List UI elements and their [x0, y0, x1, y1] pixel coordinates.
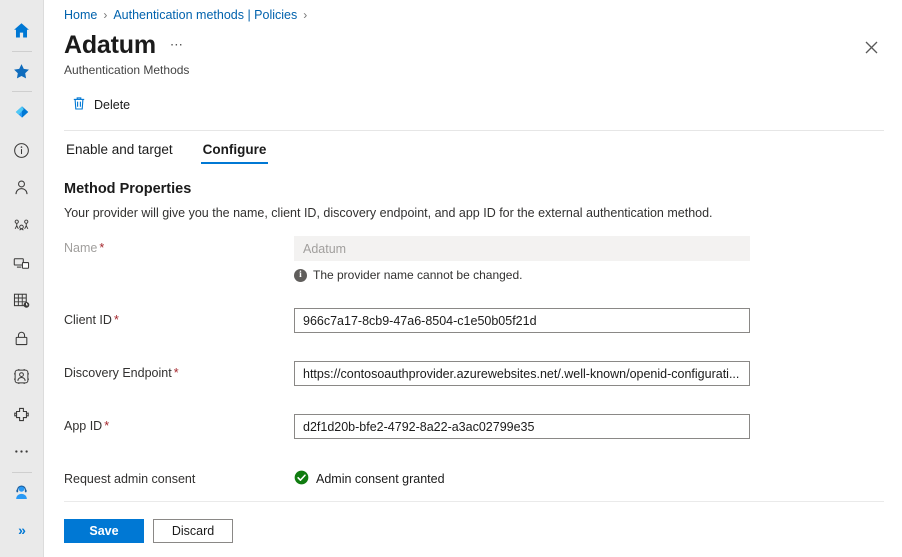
rail-divider — [11, 91, 32, 93]
user-icon[interactable] — [0, 169, 44, 207]
client-id-field-wrap — [294, 308, 902, 333]
app-id-label-text: App ID — [64, 419, 103, 433]
tab-enable-and-target[interactable]: Enable and target — [64, 139, 175, 164]
required-asterisk: * — [113, 313, 119, 327]
delete-button[interactable]: Delete — [64, 92, 140, 118]
client-id-label-text: Client ID — [64, 313, 112, 327]
rail-expand-button[interactable]: » — [0, 511, 44, 549]
breadcrumb-item-home[interactable]: Home — [64, 8, 97, 22]
close-icon[interactable] — [857, 33, 885, 61]
azure-diamond-icon[interactable] — [0, 93, 44, 131]
section-description: Your provider will give you the name, cl… — [64, 206, 713, 220]
rail-expand-label: » — [18, 522, 26, 539]
client-id-input[interactable] — [294, 308, 750, 333]
left-navigation-rail: » — [0, 0, 44, 557]
breadcrumb: Home › Authentication methods | Policies… — [64, 0, 902, 24]
save-button[interactable]: Save — [64, 519, 144, 543]
name-label-text: Name — [64, 241, 98, 255]
rail-divider — [11, 471, 32, 473]
title-more-menu-icon[interactable]: ⋯ — [170, 37, 185, 53]
green-check-circle-icon — [294, 470, 309, 488]
discovery-endpoint-field-wrap — [294, 361, 902, 386]
tab-configure[interactable]: Configure — [200, 139, 269, 164]
discard-button[interactable]: Discard — [153, 519, 233, 543]
form-row-app-id: App ID * — [64, 414, 902, 440]
name-field-wrap: i The provider name cannot be changed. — [294, 236, 902, 282]
method-properties-section: Method Properties Your provider will giv… — [64, 181, 902, 493]
client-id-label: Client ID * — [64, 308, 294, 327]
title-row: Adatum ⋯ — [64, 30, 902, 60]
delete-button-label: Delete — [94, 98, 131, 112]
name-input — [294, 236, 750, 261]
form-row-discovery-endpoint: Discovery Endpoint * — [64, 361, 902, 387]
name-label: Name * — [64, 236, 294, 255]
admin-consent-status: Admin consent granted — [294, 467, 902, 488]
admin-consent-label: Request admin consent — [64, 472, 196, 486]
favorites-icon[interactable] — [0, 53, 44, 91]
discovery-endpoint-input[interactable] — [294, 361, 750, 386]
blade-content: Home › Authentication methods | Policies… — [44, 0, 902, 557]
footer-actions: Save Discard — [64, 519, 233, 543]
admin-consent-field-wrap: Admin consent granted — [294, 467, 902, 488]
identity-governance-icon[interactable] — [0, 357, 44, 395]
admin-consent-status-text: Admin consent granted — [316, 472, 445, 486]
breadcrumb-item-authentication-methods[interactable]: Authentication methods | Policies — [113, 8, 297, 22]
name-hint-text: The provider name cannot be changed. — [313, 268, 523, 282]
app-id-input[interactable] — [294, 414, 750, 439]
required-asterisk: * — [99, 241, 105, 255]
applications-grid-icon[interactable] — [0, 282, 44, 320]
app-id-label: App ID * — [64, 414, 294, 433]
page-title: Adatum — [64, 31, 156, 59]
form-row-admin-consent: Request admin consent Admin consent gran… — [64, 467, 902, 493]
name-hint: i The provider name cannot be changed. — [294, 268, 902, 282]
home-icon[interactable] — [0, 12, 44, 50]
info-circle-icon[interactable] — [0, 131, 44, 169]
breadcrumb-separator-icon: › — [303, 8, 308, 22]
required-asterisk: * — [173, 366, 179, 380]
command-bar: Delete — [64, 90, 902, 120]
discovery-endpoint-label-text: Discovery Endpoint — [64, 366, 172, 380]
tab-bar: Enable and target Configure — [64, 133, 902, 169]
more-ellipsis-icon[interactable] — [0, 433, 44, 471]
devices-icon[interactable] — [0, 244, 44, 282]
trash-icon — [72, 96, 86, 114]
section-title: Method Properties — [64, 181, 192, 197]
required-asterisk: * — [104, 419, 110, 433]
lock-icon[interactable] — [0, 320, 44, 358]
command-bar-divider — [64, 130, 884, 131]
discovery-endpoint-label: Discovery Endpoint * — [64, 361, 294, 380]
app-id-field-wrap — [294, 414, 902, 439]
extensions-icon[interactable] — [0, 395, 44, 433]
groups-icon[interactable] — [0, 207, 44, 245]
form-row-client-id: Client ID * — [64, 308, 902, 334]
page-subtitle: Authentication Methods — [64, 63, 190, 77]
support-agent-icon[interactable] — [0, 474, 44, 512]
info-icon: i — [294, 268, 307, 282]
breadcrumb-separator-icon: › — [103, 8, 108, 22]
azure-portal-blade: » Home › Authentication methods | Polici… — [0, 0, 902, 557]
rail-divider — [11, 50, 32, 52]
footer-divider — [64, 501, 884, 502]
form-row-name: Name* i The provider name cannot be chan… — [64, 236, 902, 282]
